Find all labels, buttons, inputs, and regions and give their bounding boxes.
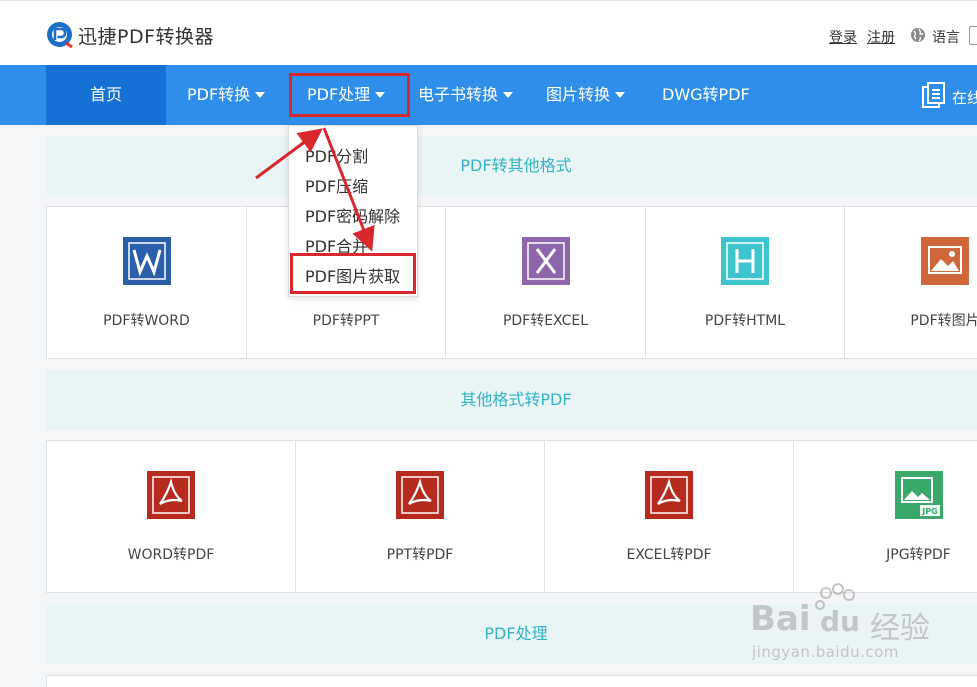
arrow-to-menu-item (322, 127, 375, 252)
page: 迅捷PDF转换器 登录 注册 语言 首页 PDF转换 PDF处理 电子书转换 图… (0, 0, 977, 687)
baidu-watermark: Bai du 经验 jingyan.baidu.com (748, 577, 977, 687)
watermark-text: 经验 (870, 611, 930, 646)
arrow-to-nav (255, 128, 323, 180)
watermark-url: jingyan.baidu.com (752, 643, 899, 661)
watermark-suffix: du (820, 605, 860, 638)
watermark-brand: Bai (750, 599, 811, 639)
